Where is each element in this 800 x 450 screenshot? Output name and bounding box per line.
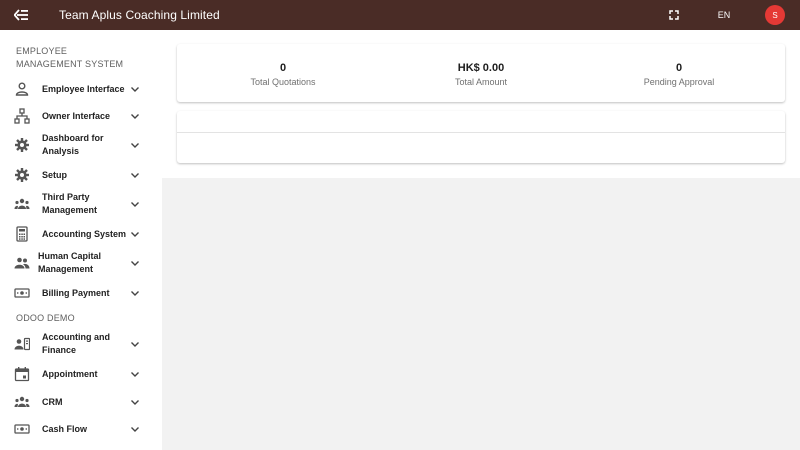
menu-open-icon: [14, 9, 28, 21]
list-divider: [177, 132, 785, 133]
sidebar-item-employee-interface[interactable]: Employee Interface: [0, 80, 162, 98]
sidebar-item-accounting-system[interactable]: Accounting System: [0, 225, 162, 243]
sidebar: EMPLOYEE MANAGEMENT SYSTEM Employee Inte…: [0, 30, 162, 450]
sidebar-item-label: Dashboard for Analysis: [42, 133, 104, 156]
chevron-down-icon: [131, 87, 139, 92]
stat-total-amount: HK$ 0.00 Total Amount: [381, 44, 581, 87]
chevron-down-icon: [131, 232, 139, 237]
sidebar-item-label: Cash Flow: [42, 423, 88, 434]
stat-total-quotations: 0 Total Quotations: [183, 44, 383, 87]
total-quotations-label: Total Quotations: [250, 77, 316, 87]
fullscreen-button[interactable]: [666, 7, 682, 23]
group-icon: [14, 396, 30, 407]
calendar-icon: [14, 367, 30, 382]
sidebar-item-label: Appointment: [42, 368, 98, 379]
language-selector[interactable]: EN: [710, 0, 738, 30]
sidebar-item-label: Accounting and Finance: [42, 332, 110, 355]
money-icon: [14, 288, 30, 298]
sidebar-item-crm[interactable]: CRM: [0, 393, 162, 411]
total-amount-label: Total Amount: [454, 77, 508, 87]
sidebar-item-label: Human Capital Management: [38, 251, 102, 274]
sidebar-item-setup[interactable]: Setup: [0, 166, 162, 184]
fullscreen-icon: [669, 10, 679, 20]
contact-icon: [14, 337, 30, 351]
group-icon: [14, 198, 30, 209]
sidebar-item-label: Setup: [42, 169, 68, 180]
sidebar-item-dashboard-analysis[interactable]: Dashboard for Analysis: [0, 132, 162, 158]
pending-approval-value: 0: [675, 62, 683, 74]
menu-collapse-button[interactable]: [0, 0, 42, 30]
section-title-odoo-demo: ODOO DEMO: [16, 313, 75, 323]
sidebar-item-label: Accounting System: [42, 228, 127, 239]
gear-icon: [15, 168, 29, 182]
chevron-down-icon: [131, 143, 139, 148]
chevron-down-icon: [131, 114, 139, 119]
total-amount-value: HK$ 0.00: [457, 62, 505, 74]
sidebar-item-billing-payment[interactable]: Billing Payment: [0, 284, 162, 302]
chevron-down-icon: [131, 372, 139, 377]
chevron-down-icon: [131, 173, 139, 178]
top-app-bar: Team Aplus Coaching Limited EN S: [0, 0, 800, 30]
sidebar-item-cash-flow[interactable]: Cash Flow: [0, 420, 162, 438]
chevron-down-icon: [131, 291, 139, 296]
chevron-down-icon: [131, 342, 139, 347]
sidebar-item-label: Owner Interface: [42, 110, 111, 121]
quotation-list-card: [177, 111, 785, 163]
sidebar-item-third-party-management[interactable]: Third Party Management: [0, 191, 162, 217]
pending-approval-label: Pending Approval: [643, 77, 715, 87]
chevron-down-icon: [131, 400, 139, 405]
sidebar-item-appointment[interactable]: Appointment: [0, 365, 162, 383]
calculator-icon: [16, 226, 28, 242]
sidebar-item-label: Third Party Management: [42, 192, 98, 215]
quotation-summary-card: 0 Total Quotations HK$ 0.00 Total Amount…: [177, 44, 785, 102]
chevron-down-icon: [131, 202, 139, 207]
sidebar-item-accounting-finance[interactable]: Accounting and Finance: [0, 331, 162, 357]
people-icon: [14, 257, 30, 269]
sidebar-item-label: Billing Payment: [42, 287, 110, 298]
chevron-down-icon: [131, 261, 139, 266]
chevron-down-icon: [131, 427, 139, 432]
money-icon: [14, 424, 30, 434]
total-quotations-value: 0: [279, 62, 287, 74]
sidebar-item-label: CRM: [42, 396, 63, 407]
person-icon: [15, 82, 29, 96]
section-title-employee-management: EMPLOYEE MANAGEMENT SYSTEM: [16, 46, 124, 69]
user-avatar[interactable]: S: [765, 5, 785, 25]
sidebar-item-label: Employee Interface: [42, 83, 125, 94]
sidebar-item-owner-interface[interactable]: Owner Interface: [0, 107, 162, 125]
app-title: Team Aplus Coaching Limited: [59, 8, 220, 22]
sidebar-item-human-capital-management[interactable]: Human Capital Management: [0, 250, 162, 276]
org-chart-icon: [14, 108, 30, 124]
stat-pending-approval: 0 Pending Approval: [579, 44, 779, 87]
gear-icon: [15, 138, 29, 152]
